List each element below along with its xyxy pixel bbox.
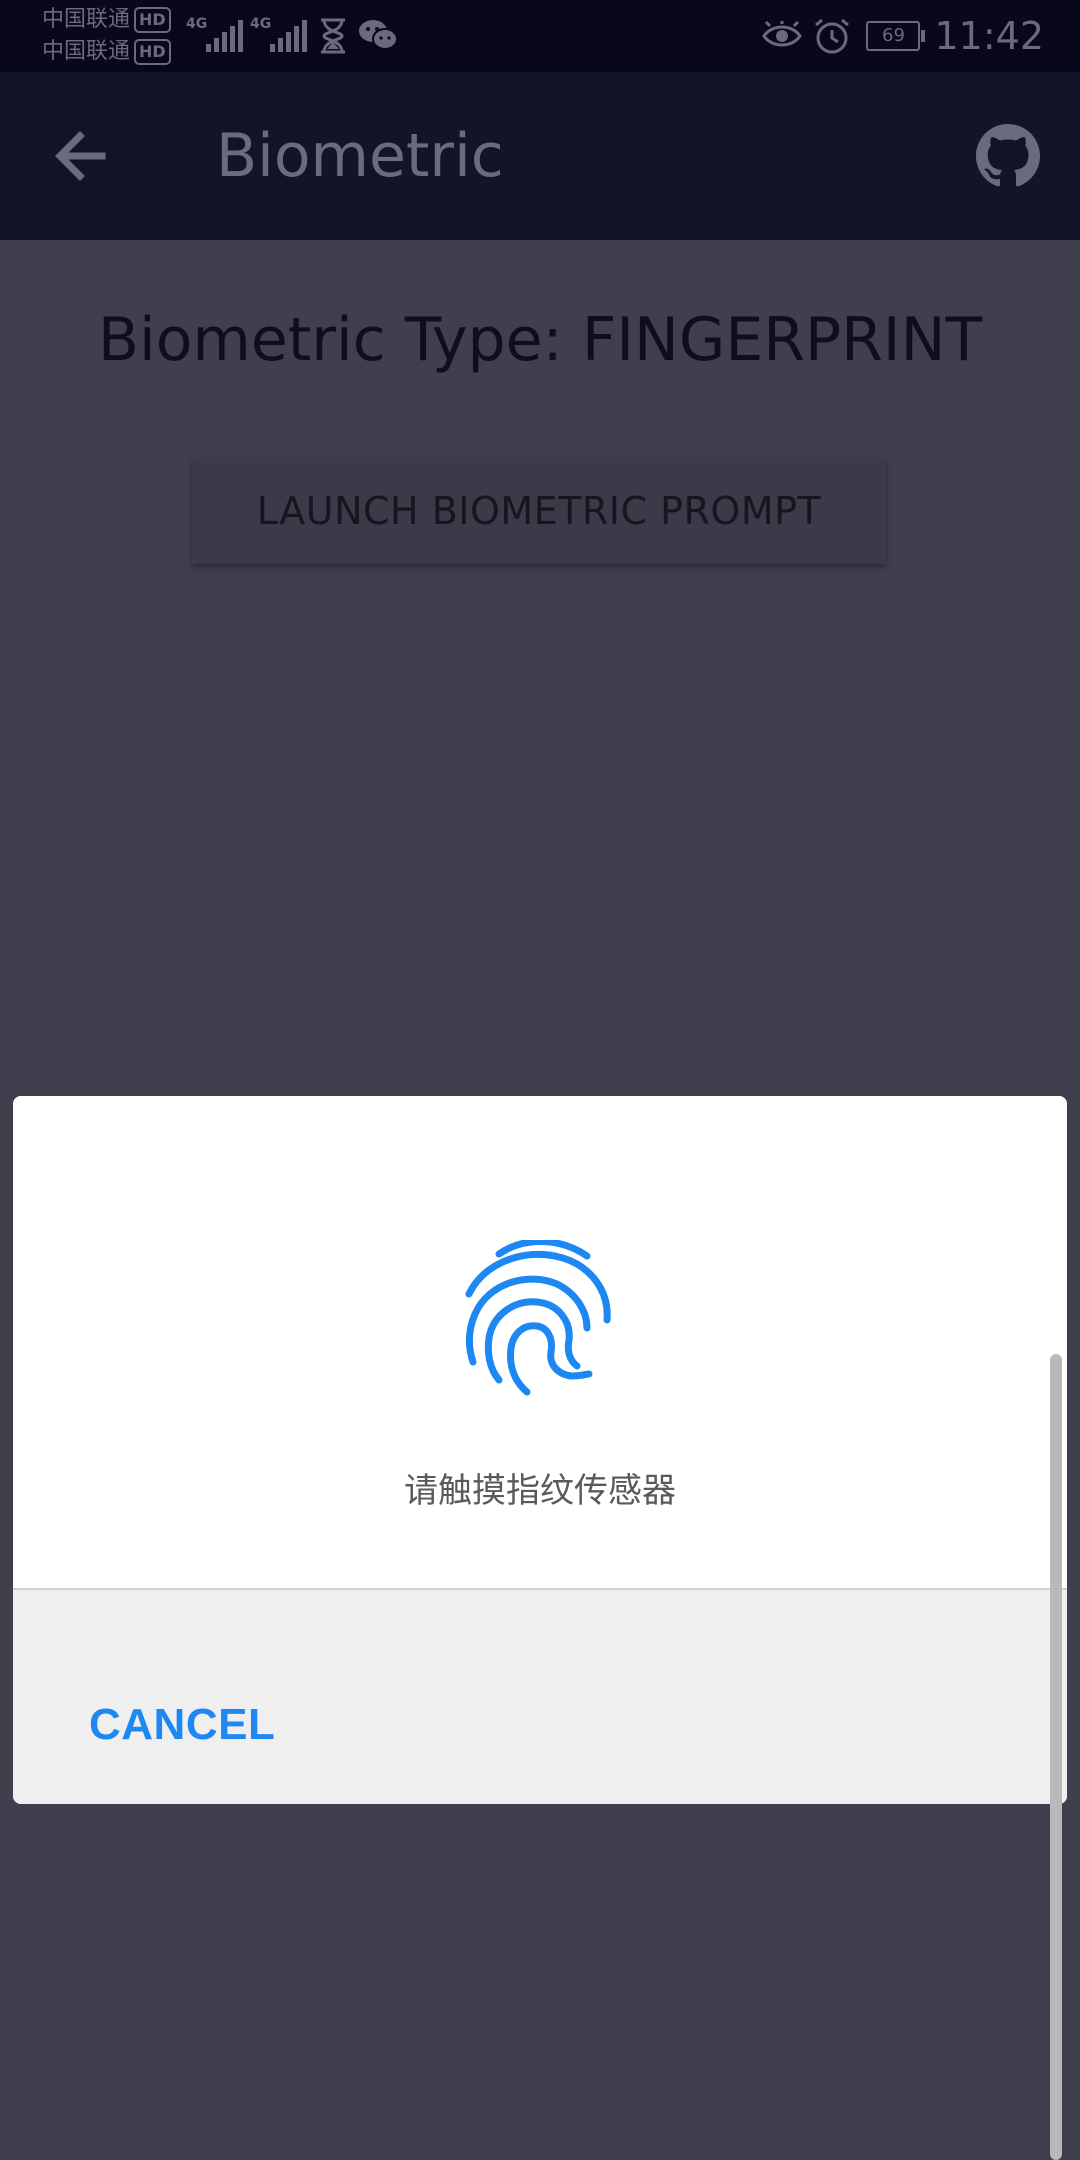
battery-indicator: 69	[866, 21, 926, 51]
prompt-text: 请触摸指纹传感器	[404, 1471, 676, 1511]
scrollbar[interactable]	[1050, 1354, 1062, 2160]
dialog-body: 请触摸指纹传感器	[13, 1096, 1067, 1588]
fingerprint-icon	[465, 1240, 611, 1396]
dialog-actions: CANCEL	[13, 1590, 1067, 1804]
launch-biometric-prompt-button[interactable]: LAUNCH BIOMETRIC PROMPT	[192, 458, 886, 564]
network-type: 4G	[186, 16, 208, 32]
github-icon[interactable]	[976, 124, 1040, 188]
alarm-icon	[815, 18, 850, 54]
biometric-dialog: 请触摸指纹传感器 CANCEL	[13, 1096, 1067, 1804]
signal-icon: 4G	[186, 16, 243, 54]
app-bar: Biometric	[0, 72, 1080, 240]
carrier-row-1: 中国联通 HD	[42, 4, 182, 36]
status-right: 69 11:42	[762, 0, 1044, 72]
carrier-info: 中国联通 HD 中国联通 HD	[42, 4, 182, 68]
hd-badge: HD	[134, 7, 171, 33]
clock: 11:42	[934, 14, 1044, 58]
signal-icon: 4G	[250, 16, 307, 54]
arrow-left-icon[interactable]	[50, 124, 120, 188]
hourglass-icon	[321, 18, 345, 54]
carrier-name: 中国联通	[42, 39, 131, 64]
wechat-icon	[359, 20, 398, 50]
network-type: 4G	[250, 16, 272, 32]
hd-badge: HD	[134, 39, 171, 65]
page-title: Biometric	[216, 121, 504, 191]
carrier-row-2: 中国联通 HD	[42, 36, 182, 68]
cancel-button[interactable]: CANCEL	[89, 1700, 275, 1750]
biometric-type-label: Biometric Type: FINGERPRINT	[97, 305, 983, 375]
status-bar: 中国联通 HD 中国联通 HD 4G 4G 69 11:42	[0, 0, 1080, 72]
carrier-name: 中国联通	[42, 7, 131, 32]
eye-icon	[762, 21, 803, 47]
